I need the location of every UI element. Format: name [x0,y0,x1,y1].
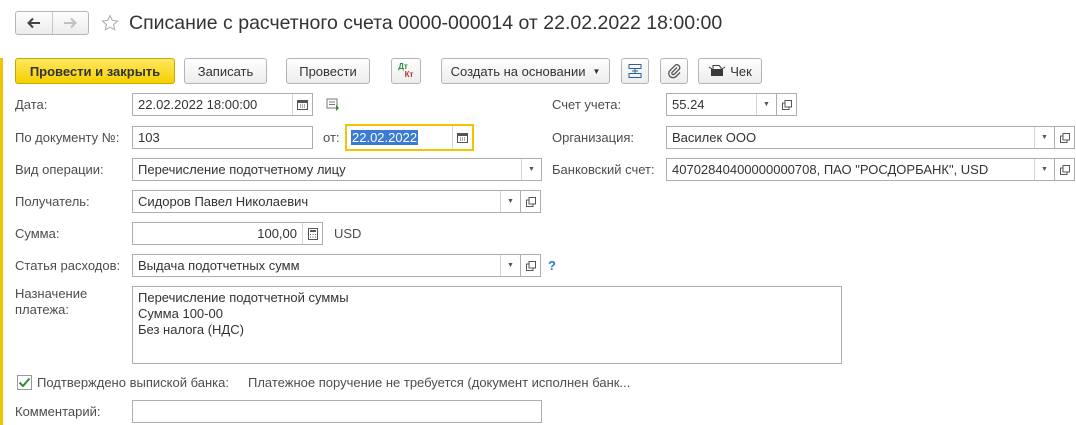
organization-label: Организация: [552,130,635,145]
confirmed-label: Подтверждено выпиской банка: [37,375,229,390]
expense-item-label: Статья расходов: [15,258,121,273]
comment-field[interactable] [132,400,542,423]
bank-account-label: Банковский счет: [552,162,655,177]
date-label: Дата: [15,97,48,112]
doc-number-field[interactable]: 103 [132,126,313,149]
organization-value: Василек ООО [672,130,757,145]
favorite-button[interactable] [99,12,121,34]
confirmed-checkbox[interactable] [17,375,32,390]
doc-date-value: 22.02.2022 [351,130,419,145]
account-open-button[interactable] [777,93,797,116]
recipient-label: Получатель: [15,194,90,209]
expense-item-help-link[interactable]: ? [548,258,556,273]
paperclip-icon [668,64,681,79]
back-button[interactable] [16,12,52,34]
doc-number-value: 103 [138,130,160,145]
date-calendar-button[interactable] [292,94,312,115]
operation-type-label: Вид операции: [15,162,104,177]
receipt-label: Чек [730,63,752,79]
open-form-icon [525,260,536,271]
page-title: Списание с расчетного счета 0000-000014 … [129,12,723,34]
purpose-line: Без налога (НДС) [138,322,244,337]
open-form-icon [1059,132,1070,143]
arrow-left-icon [26,17,40,29]
open-form-icon [525,196,536,207]
save-button[interactable]: Записать [184,58,267,84]
doc-date-field[interactable]: 22.02.2022 [345,124,474,151]
date-field[interactable]: 22.02.2022 18:00:00 [132,93,313,116]
amount-field[interactable]: 100,00 [132,222,323,245]
post-and-close-button[interactable]: Провести и закрыть [15,58,175,84]
calculator-icon [307,227,318,240]
forward-button[interactable] [51,12,89,34]
open-form-icon [1059,164,1070,175]
create-based-on-button[interactable]: Создать на основании ▼ [441,58,610,84]
account-value: 55.24 [672,97,705,112]
calendar-icon [457,133,468,143]
kt-label: Кт [404,70,414,79]
payment-order-note: Платежное поручение не требуется (докуме… [248,375,631,390]
bank-account-open-button[interactable] [1055,158,1075,181]
amount-currency: USD [334,226,362,241]
dt-kt-button[interactable]: Дт Кт [391,58,421,84]
organization-open-button[interactable] [1055,126,1075,149]
document-history-icon [326,98,339,111]
structure-icon [628,64,642,78]
create-based-on-label: Создать на основании [450,63,586,79]
recipient-select[interactable]: Сидоров Павел Николаевич ▼ [132,190,521,213]
purpose-line: Сумма 100-00 [138,306,223,321]
amount-value: 100,00 [257,226,297,241]
expense-item-value: Выдача подотчетных сумм [138,258,300,273]
purpose-label-line1: Назначение [15,286,88,301]
purpose-line: Перечисление подотчетной суммы [138,290,349,305]
operation-type-select[interactable]: Перечисление подотчетному лицу ▼ [132,158,542,181]
account-select[interactable]: 55.24 ▼ [666,93,777,116]
bank-account-select[interactable]: 40702840400000000708, ПАО "РОСДОРБАНК", … [666,158,1055,181]
document-history-button[interactable] [326,97,342,114]
open-form-icon [781,99,792,110]
bank-account-value: 40702840400000000708, ПАО "РОСДОРБАНК", … [672,162,989,177]
star-icon [101,14,119,31]
account-label: Счет учета: [552,97,622,112]
expense-item-select[interactable]: Выдача подотчетных сумм ▼ [132,254,521,277]
doc-date-calendar-button[interactable] [452,126,472,149]
date-value: 22.02.2022 18:00:00 [138,97,258,112]
chevron-down-icon[interactable]: ▼ [756,94,776,115]
chevron-down-icon[interactable]: ▼ [500,191,520,212]
chevron-down-icon[interactable]: ▼ [521,159,541,180]
attach-file-button[interactable] [660,58,688,84]
amount-label: Сумма: [15,226,60,241]
purpose-label-line2: платежа: [15,302,69,317]
recipient-value: Сидоров Павел Николаевич [138,194,309,209]
purpose-textarea[interactable]: Перечисление подотчетной суммы Сумма 100… [132,286,842,364]
chevron-down-icon[interactable]: ▼ [500,255,520,276]
arrow-right-icon [64,17,78,29]
receipt-icon [708,65,726,76]
navigation-buttons [15,11,89,35]
recipient-open-button[interactable] [521,190,541,213]
calculator-button[interactable] [302,223,322,244]
checkmark-icon [18,377,31,388]
structure-button[interactable] [621,58,649,84]
chevron-down-icon: ▼ [592,66,601,76]
receipt-button[interactable]: Чек [698,58,762,84]
chevron-down-icon[interactable]: ▼ [1034,159,1054,180]
expense-item-open-button[interactable] [521,254,541,277]
comment-value [133,401,541,422]
calendar-icon [297,100,308,110]
doc-date-label: от: [323,130,340,145]
chevron-down-icon[interactable]: ▼ [1034,127,1054,148]
operation-type-value: Перечисление подотчетному лицу [138,162,346,177]
post-button[interactable]: Провести [286,58,370,84]
left-accent-bar [0,58,3,425]
doc-number-label: По документу №: [15,130,120,145]
organization-select[interactable]: Василек ООО ▼ [666,126,1055,149]
comment-label: Комментарий: [15,404,101,419]
